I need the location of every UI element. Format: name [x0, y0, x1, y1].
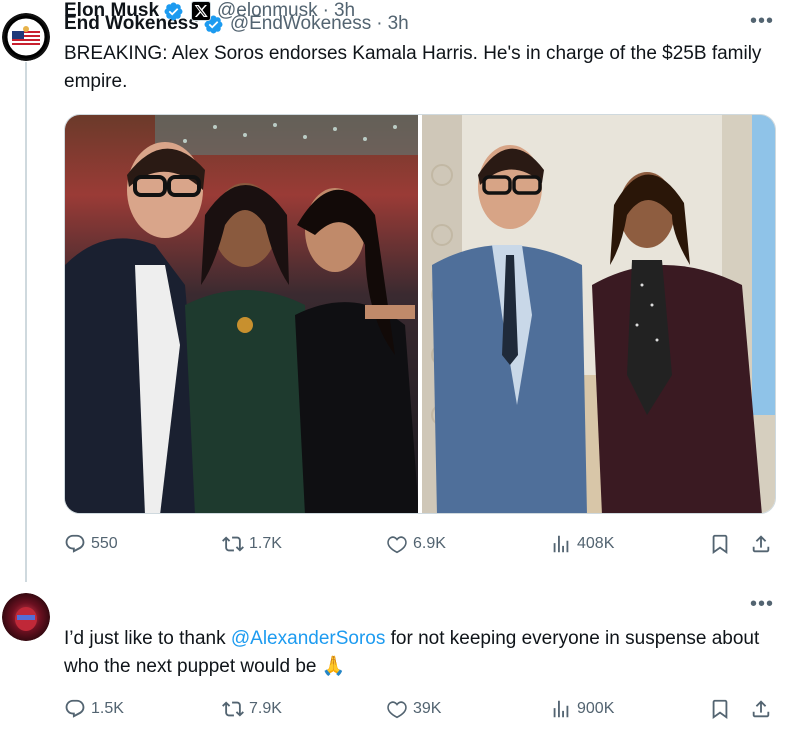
tweet-text: I’d just like to thank @AlexanderSoros f…	[64, 625, 784, 681]
bookmark-icon	[712, 699, 728, 720]
tweet-text: BREAKING: Alex Soros endorses Kamala Har…	[64, 43, 762, 92]
media-grid[interactable]	[64, 114, 776, 514]
bookmark-button[interactable]	[709, 533, 731, 555]
tweet-end-wokeness[interactable]: End Wokeness @EndWokeness · 3h ••• BREAK…	[0, 0, 804, 580]
action-bar: 1.5K 7.9K 39K 900K	[64, 698, 776, 724]
avatar[interactable]	[2, 593, 50, 641]
more-icon[interactable]: •••	[750, 10, 774, 33]
views-icon	[553, 700, 569, 718]
repost-icon	[222, 701, 244, 717]
praying-hands-emoji: 🙏	[321, 656, 346, 677]
reply-button[interactable]: 550	[64, 533, 118, 555]
repost-count: 7.9K	[249, 700, 282, 717]
like-icon	[387, 701, 407, 719]
separator: ·	[322, 0, 329, 21]
action-bar: 550 1.7K 6.9K 408K	[64, 533, 776, 559]
like-button[interactable]: 39K	[386, 698, 441, 720]
views-icon	[553, 535, 569, 553]
tweet-header-elon: Elon Musk @elonmusk · 3h	[64, 0, 355, 22]
share-icon	[752, 535, 770, 553]
like-count: 39K	[413, 700, 442, 717]
text-before: I’d just like to thank	[64, 628, 231, 649]
mention-link[interactable]: @AlexanderSoros	[231, 628, 385, 649]
share-button[interactable]	[750, 698, 772, 720]
more-icon[interactable]: •••	[750, 593, 774, 616]
views-button[interactable]: 900K	[550, 698, 614, 720]
reply-button[interactable]: 1.5K	[64, 698, 124, 720]
share-icon	[752, 700, 770, 718]
timestamp[interactable]: 3h	[388, 13, 409, 35]
display-name[interactable]: Elon Musk	[64, 0, 159, 22]
reply-count: 1.5K	[91, 700, 124, 717]
separator: ·	[376, 13, 383, 34]
avatar[interactable]	[2, 13, 50, 61]
repost-count: 1.7K	[249, 535, 282, 552]
x-affiliation-icon[interactable]	[191, 1, 212, 21]
handle[interactable]: @elonmusk	[217, 0, 318, 22]
reply-icon	[65, 699, 85, 718]
bookmark-button[interactable]	[709, 698, 731, 720]
repost-button[interactable]: 1.7K	[222, 533, 282, 555]
share-button[interactable]	[750, 533, 772, 555]
bookmark-icon	[712, 534, 728, 555]
like-icon	[387, 536, 407, 554]
timestamp[interactable]: 3h	[334, 0, 355, 22]
repost-icon	[222, 536, 244, 552]
like-button[interactable]: 6.9K	[386, 533, 446, 555]
photo-left[interactable]	[65, 115, 418, 513]
reply-icon	[65, 534, 85, 553]
reply-count: 550	[91, 535, 118, 552]
like-count: 6.9K	[413, 535, 446, 552]
views-count: 408K	[577, 535, 615, 552]
tweet-elon-musk[interactable]: ••• I’d just like to thank @AlexanderSor…	[0, 580, 804, 736]
photo-right[interactable]	[422, 115, 775, 513]
repost-button[interactable]: 7.9K	[222, 698, 282, 720]
views-count: 900K	[577, 700, 615, 717]
verified-badge-icon	[164, 2, 183, 20]
views-button[interactable]: 408K	[550, 533, 614, 555]
